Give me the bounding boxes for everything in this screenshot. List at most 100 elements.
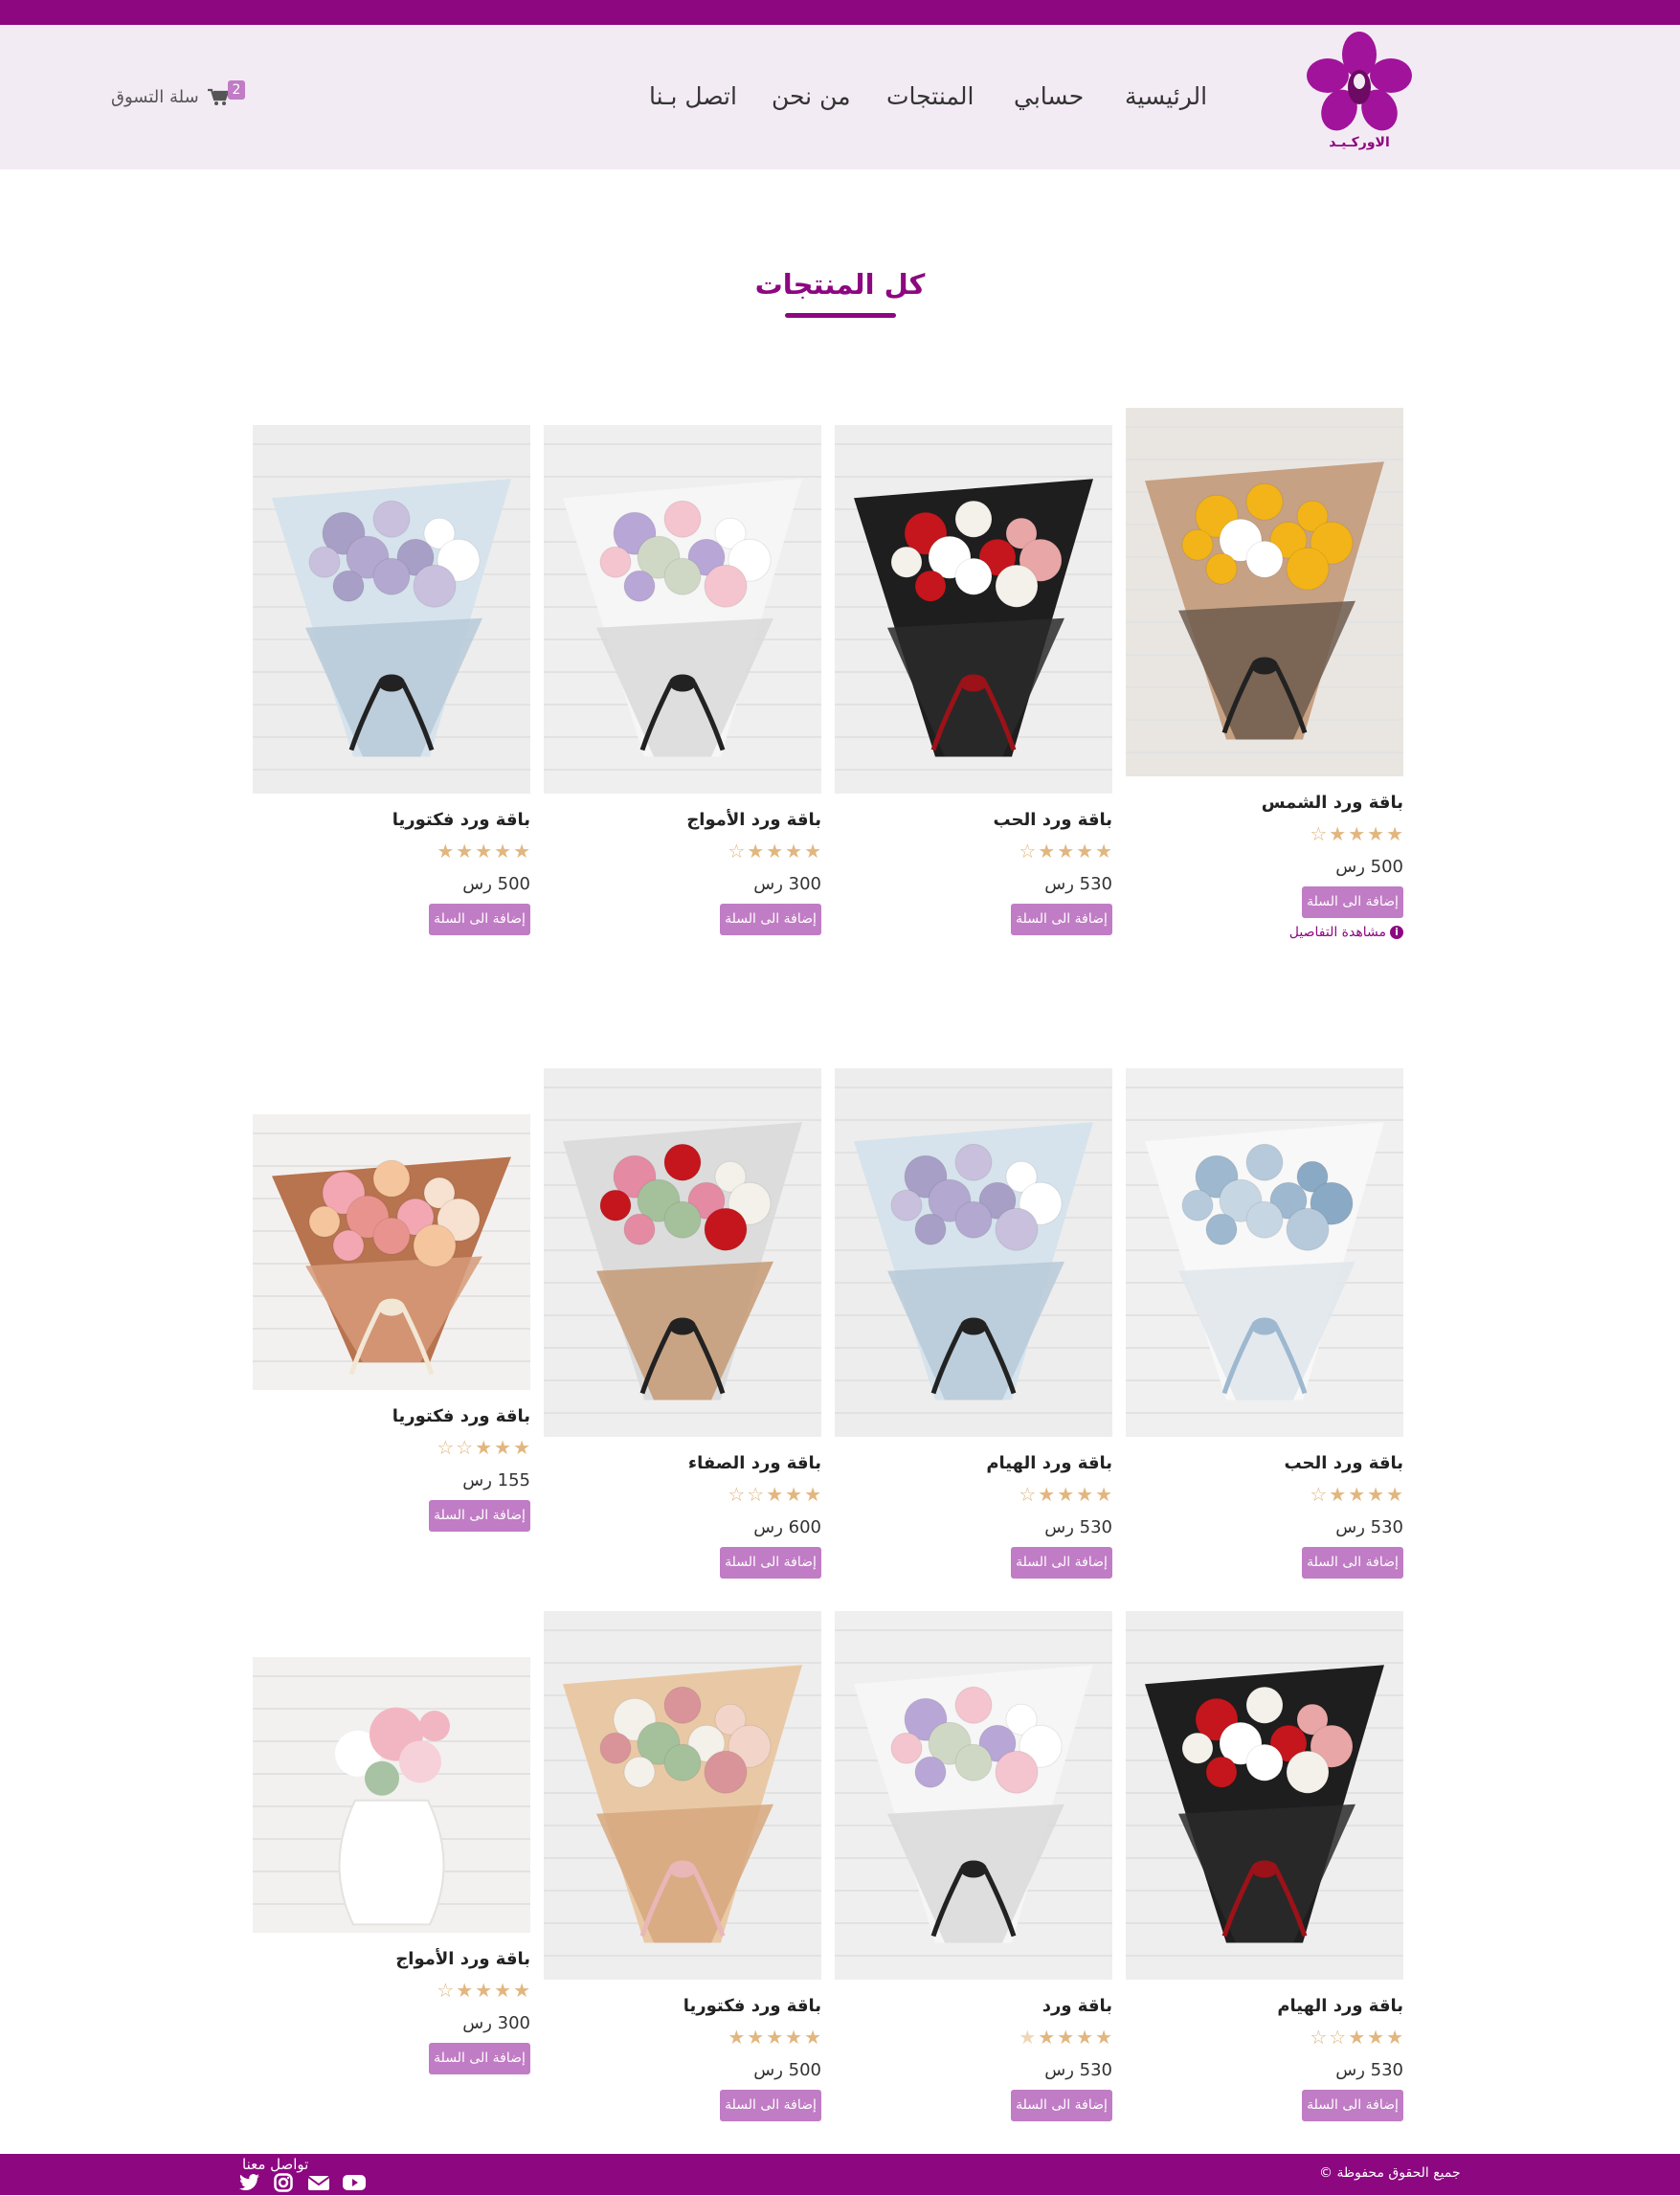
product-price: 300 رس xyxy=(753,874,821,894)
nav-about[interactable]: من نحن xyxy=(772,82,851,110)
product-image[interactable] xyxy=(1126,1611,1403,1980)
add-to-cart-button[interactable]: إضافة الى السلة xyxy=(1302,2090,1403,2121)
star-icon: ★ xyxy=(1038,840,1056,863)
star-icon: ★ xyxy=(1057,840,1075,863)
product-card: باقة ورد فكتوريا ☆ ☆ ★ ★ ★ 155 رس إضافة الى الس… xyxy=(253,1114,530,1550)
add-to-cart-button[interactable]: إضافة الى السلة xyxy=(429,1500,530,1532)
add-to-cart-button[interactable]: إضافة الى السلة xyxy=(1011,1547,1112,1579)
product-name[interactable]: باقة ورد الصفاء xyxy=(688,1453,821,1473)
product-name[interactable]: باقة ورد فكتوريا xyxy=(392,1406,530,1426)
product-image[interactable] xyxy=(253,425,530,794)
nav-account[interactable]: حسابي xyxy=(1014,82,1084,110)
product-card: باقة ورد الهيام ☆ ★ ★ ★ ★ 530 رس إضافة الى السل… xyxy=(835,1068,1112,1597)
product-card: باقة ورد فكتوريا ★ ★ ★ ★ ★ 500 رس إضافة الى الس… xyxy=(544,1611,821,2140)
envelope-icon[interactable] xyxy=(307,2173,330,2192)
product-name[interactable]: باقة ورد الحب xyxy=(994,810,1113,830)
add-to-cart-button[interactable]: إضافة الى السلة xyxy=(720,904,821,935)
product-rating: ☆ ★ ★ ★ ★ xyxy=(437,1981,530,2000)
star-icon: ★ xyxy=(1348,2026,1366,2049)
product-name[interactable]: باقة ورد الهيام xyxy=(986,1453,1112,1473)
instagram-icon[interactable] xyxy=(274,2173,295,2192)
star-icon: ★ xyxy=(1367,1483,1385,1506)
star-icon: ★ xyxy=(494,840,512,863)
product-rating: ☆ ☆ ★ ★ ★ xyxy=(728,1485,821,1504)
star-icon: ★ xyxy=(1367,822,1385,845)
star-icon: ☆ xyxy=(1019,1483,1037,1506)
star-icon: ★ xyxy=(1329,1483,1347,1506)
product-price: 500 رس xyxy=(753,2060,821,2080)
product-image[interactable] xyxy=(835,1611,1112,1980)
star-icon: ★ xyxy=(1348,1483,1366,1506)
cart-count-badge: 2 xyxy=(228,80,245,100)
product-name[interactable]: باقة ورد فكتوريا xyxy=(392,810,530,830)
star-icon: ★ xyxy=(1386,2026,1403,2049)
star-icon: ☆ xyxy=(1329,2026,1347,2049)
product-rating: ☆ ☆ ★ ★ ★ xyxy=(437,1438,530,1457)
product-image[interactable] xyxy=(1126,1068,1403,1437)
nav-products[interactable]: المنتجات xyxy=(886,82,974,110)
product-name[interactable]: باقة ورد xyxy=(1042,1996,1112,2016)
add-to-cart-button[interactable]: إضافة الى السلة xyxy=(1011,904,1112,935)
star-icon: ★ xyxy=(1057,1483,1075,1506)
add-to-cart-button[interactable]: إضافة الى السلة xyxy=(429,904,530,935)
product-name[interactable]: باقة ورد فكتوريا xyxy=(683,1996,821,2016)
star-icon: ★ xyxy=(494,1436,512,1459)
star-icon: ★ xyxy=(1095,2026,1112,2049)
nav-contact[interactable]: اتصل بـنا xyxy=(649,82,737,110)
product-price: 530 رس xyxy=(1044,874,1112,894)
star-icon: ★ xyxy=(513,840,530,863)
product-name[interactable]: باقة ورد الأمواج xyxy=(686,810,821,830)
star-icon: ★ xyxy=(456,840,474,863)
product-image[interactable] xyxy=(835,425,1112,794)
product-image[interactable] xyxy=(835,1068,1112,1437)
product-card: باقة ورد ★ ★ ★ ★ ★ 530 رس إضافة الى السلة xyxy=(835,1611,1112,2140)
twitter-icon[interactable] xyxy=(239,2173,260,2192)
star-icon: ☆ xyxy=(1019,840,1037,863)
product-card: باقة ورد الحب ☆ ★ ★ ★ ★ 530 رس إضافة الى السلة xyxy=(835,425,1112,953)
star-icon: ★ xyxy=(1019,2026,1037,2049)
star-icon: ★ xyxy=(1386,822,1403,845)
star-icon: ☆ xyxy=(1310,822,1328,845)
product-image[interactable] xyxy=(544,1611,821,1980)
view-details-link[interactable]: i مشاهدة التفاصيل xyxy=(1289,925,1403,940)
product-image[interactable] xyxy=(544,1068,821,1437)
star-icon: ★ xyxy=(1076,1483,1094,1506)
star-icon: ★ xyxy=(804,840,821,863)
product-price: 530 رس xyxy=(1044,2060,1112,2080)
star-icon: ★ xyxy=(475,1436,493,1459)
nav-home[interactable]: الرئيسية xyxy=(1125,82,1207,110)
product-name[interactable]: باقة ورد الحب xyxy=(1285,1453,1404,1473)
star-icon: ★ xyxy=(1095,840,1112,863)
youtube-icon[interactable] xyxy=(343,2173,366,2192)
add-to-cart-button[interactable]: إضافة الى السلة xyxy=(1302,886,1403,918)
product-name[interactable]: باقة ورد الأمواج xyxy=(395,1949,530,1969)
add-to-cart-button[interactable]: إضافة الى السلة xyxy=(1302,1547,1403,1579)
add-to-cart-button[interactable]: إضافة الى السلة xyxy=(720,2090,821,2121)
product-card: باقة ورد الأمواج ☆ ★ ★ ★ ★ 300 رس إضافة الى الس… xyxy=(544,425,821,953)
product-image[interactable] xyxy=(544,425,821,794)
star-icon: ★ xyxy=(475,840,493,863)
product-card: باقة ورد الشمس ☆ ★ ★ ★ ★ 500 رس إضافة الى السلة… xyxy=(1126,408,1403,940)
star-icon: ★ xyxy=(475,1979,493,2002)
copyright-text: جميع الحقوق محفوظة © xyxy=(1319,2165,1461,2181)
product-name[interactable]: باقة ورد الهيام xyxy=(1277,1996,1403,2016)
add-to-cart-button[interactable]: إضافة الى السلة xyxy=(1011,2090,1112,2121)
cart-icon xyxy=(207,88,230,111)
logo-text: الاوركـيـد xyxy=(1329,135,1390,150)
product-price: 500 رس xyxy=(1335,857,1403,877)
add-to-cart-button[interactable]: إضافة الى السلة xyxy=(720,1547,821,1579)
star-icon: ☆ xyxy=(456,1436,474,1459)
info-icon: i xyxy=(1390,926,1403,939)
star-icon: ★ xyxy=(1329,822,1347,845)
add-to-cart-button[interactable]: إضافة الى السلة xyxy=(429,2043,530,2074)
product-card: باقة ورد الهيام ☆ ☆ ★ ★ ★ 530 رس إضافة الى السل… xyxy=(1126,1611,1403,2140)
product-image[interactable] xyxy=(1126,408,1403,776)
logo[interactable]: الاوركـيـد xyxy=(1306,32,1413,156)
cart-link[interactable]: سلة التسوق 2 xyxy=(111,80,251,113)
product-image[interactable] xyxy=(253,1114,530,1390)
product-name[interactable]: باقة ورد الشمس xyxy=(1262,793,1403,813)
product-image[interactable] xyxy=(253,1657,530,1933)
star-icon: ★ xyxy=(766,840,784,863)
star-icon: ★ xyxy=(804,1483,821,1506)
product-price: 530 رس xyxy=(1335,1517,1403,1537)
